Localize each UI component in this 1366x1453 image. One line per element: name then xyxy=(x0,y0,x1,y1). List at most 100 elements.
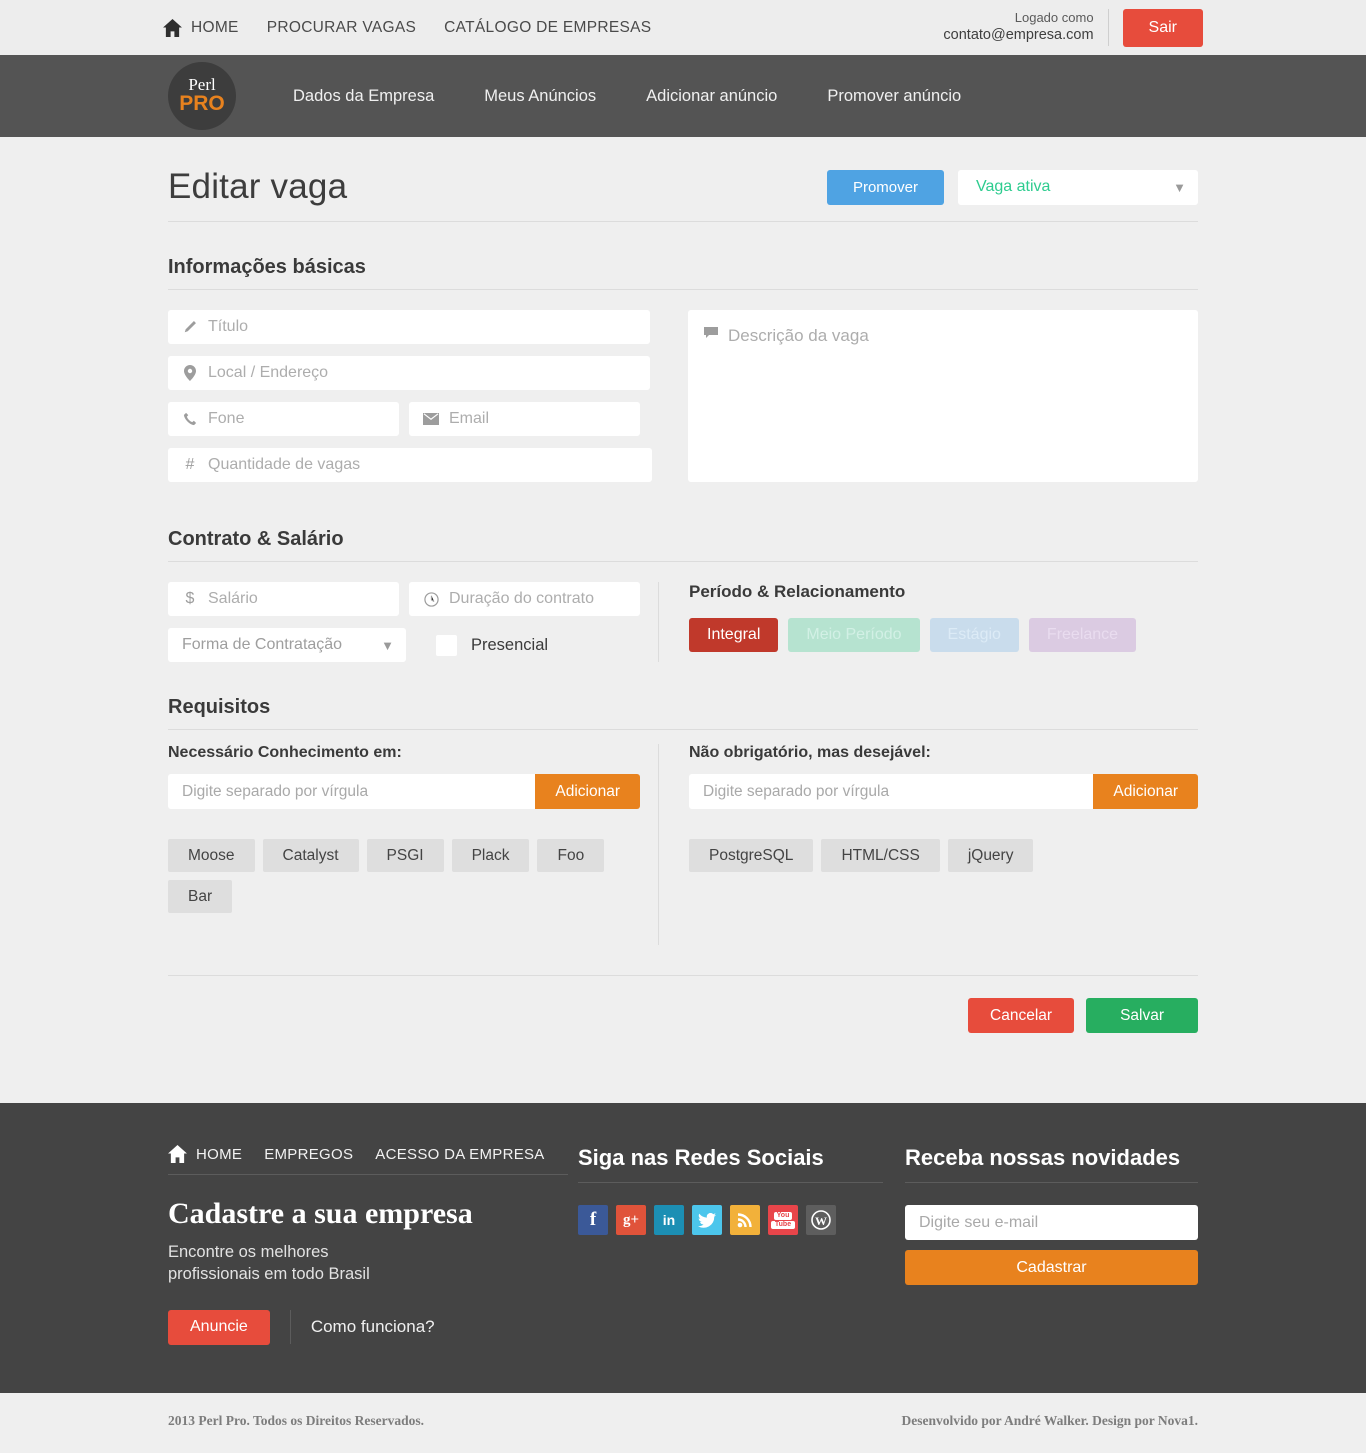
comment-icon xyxy=(704,326,718,344)
footer-nav-empregos[interactable]: EMPREGOS xyxy=(264,1146,353,1163)
status-select-value: Vaga ativa xyxy=(976,178,1051,195)
site-footer: HOME EMPREGOS ACESSO DA EMPRESA Cadastre… xyxy=(0,1103,1366,1393)
copyright-bar: 2013 Perl Pro. Todos os Direitos Reserva… xyxy=(0,1392,1366,1453)
footer-cta-title: Cadastre a sua empresa xyxy=(168,1197,473,1230)
footer-social-column: Siga nas Redes Sociais f g+ in You Tube … xyxy=(568,1145,883,1345)
title-field[interactable]: Título xyxy=(168,310,650,344)
title-field-placeholder: Título xyxy=(208,318,249,335)
promote-button[interactable]: Promover xyxy=(826,169,944,205)
skill-tag[interactable]: Moose xyxy=(168,839,255,872)
quantity-field-placeholder: Quantidade de vagas xyxy=(208,456,361,473)
section-requisitos: Requisitos Necessário Conhecimento em: D… xyxy=(168,662,1198,1033)
skill-tag[interactable]: jQuery xyxy=(947,839,1034,872)
company-nav-dados-da-empresa[interactable]: Dados da Empresa xyxy=(268,87,459,106)
home-icon xyxy=(163,18,182,37)
company-nav-adicionar-anuncio[interactable]: Adicionar anúncio xyxy=(621,87,802,106)
svg-text:W: W xyxy=(815,1214,827,1228)
skill-tag[interactable]: Plack xyxy=(451,839,530,872)
logout-button[interactable]: Sair xyxy=(1122,8,1203,47)
newsletter-email-input[interactable]: Digite seu e-mail xyxy=(905,1205,1198,1240)
content-bottom-spacer xyxy=(0,1033,1366,1103)
form-actions: Cancelar Salvar xyxy=(168,975,1198,1033)
period-tag-integral[interactable]: Integral xyxy=(689,618,779,652)
how-it-works-link[interactable]: Como funciona? xyxy=(311,1317,435,1337)
location-field[interactable]: Local / Endereço xyxy=(168,356,650,390)
skill-tag[interactable]: PostgreSQL xyxy=(689,839,814,872)
footer-nav-home[interactable]: HOME xyxy=(168,1145,242,1163)
basic-right-column: Descrição da vaga xyxy=(658,310,1198,494)
required-skill-input[interactable]: Digite separado por vírgula xyxy=(168,774,536,809)
rss-icon[interactable] xyxy=(730,1205,760,1235)
skill-tag[interactable]: Bar xyxy=(168,880,233,913)
salary-field-placeholder: Salário xyxy=(208,590,258,607)
announce-button[interactable]: Anuncie xyxy=(168,1309,270,1345)
period-title: Período & Relacionamento xyxy=(689,582,906,601)
envelope-icon xyxy=(423,413,439,425)
nav-item-home[interactable]: HOME xyxy=(163,18,239,37)
logo-perlpro[interactable]: Perl PRO xyxy=(168,62,236,130)
skill-tag[interactable]: Foo xyxy=(537,839,605,872)
required-skill-input-placeholder: Digite separado por vírgula xyxy=(182,782,369,800)
hiring-type-value: Forma de Contratação xyxy=(182,636,343,653)
primary-nav: HOME PROCURAR VAGAS CATÁLOGO DE EMPRESAS xyxy=(163,18,943,37)
nav-item-procurar-vagas[interactable]: PROCURAR VAGAS xyxy=(267,19,416,37)
basic-left-column: Título Local / Endereço Fone Email # Qua… xyxy=(168,310,658,494)
salary-field[interactable]: $ Salário xyxy=(168,582,399,616)
company-nav-promover-anuncio[interactable]: Promover anúncio xyxy=(802,87,986,106)
required-add-button[interactable]: Adicionar xyxy=(535,774,640,809)
main-content: Editar vaga Promover Vaga ativa ▼ Inform… xyxy=(168,137,1198,1033)
newsletter-submit-button[interactable]: Cadastrar xyxy=(905,1250,1198,1285)
status-select[interactable]: Vaga ativa ▼ xyxy=(958,169,1198,205)
requirements-optional-column: Não obrigatório, mas desejável: Digite s… xyxy=(658,744,1198,945)
nav-item-home-label: HOME xyxy=(191,18,239,36)
copyright-text: 2013 Perl Pro. Todos os Direitos Reserva… xyxy=(168,1412,424,1428)
optional-skill-input-placeholder: Digite separado por vírgula xyxy=(703,782,890,800)
email-field[interactable]: Email xyxy=(409,402,640,436)
salary-duration-row: $ Salário Duração do contrato xyxy=(168,582,640,628)
company-nav-meus-anuncios[interactable]: Meus Anúncios xyxy=(459,87,621,106)
dollar-icon: $ xyxy=(185,590,195,607)
account-area: Logado como contato@empresa.com Sair xyxy=(943,8,1203,47)
skill-tag[interactable]: HTML/CSS xyxy=(821,839,940,872)
optional-add-row: Digite separado por vírgula Adicionar xyxy=(689,774,1198,809)
hash-icon: # xyxy=(185,456,195,473)
section-title-basic: Informações básicas xyxy=(168,256,1198,290)
google-plus-icon[interactable]: g+ xyxy=(616,1205,646,1235)
cancel-button[interactable]: Cancelar xyxy=(968,998,1075,1033)
quantity-field[interactable]: # Quantidade de vagas xyxy=(168,448,652,482)
required-knowledge-label: Necessário Conhecimento em: xyxy=(168,744,402,761)
phone-field[interactable]: Fone xyxy=(168,402,399,436)
duration-field[interactable]: Duração do contrato xyxy=(409,582,640,616)
newsletter-email-placeholder: Digite seu e-mail xyxy=(919,1213,1039,1231)
wordpress-icon[interactable]: W xyxy=(806,1205,836,1235)
footer-cta-actions: Anuncie Como funciona? xyxy=(168,1309,568,1345)
section-informacoes-basicas: Informações básicas Título Local / Ender… xyxy=(168,222,1198,494)
save-button[interactable]: Salvar xyxy=(1086,998,1198,1033)
skill-tag[interactable]: Catalyst xyxy=(262,839,359,872)
footer-nav-acesso-empresa[interactable]: ACESSO DA EMPRESA xyxy=(375,1146,544,1163)
skill-tag[interactable]: PSGI xyxy=(366,839,444,872)
optional-skill-input[interactable]: Digite separado por vírgula xyxy=(689,774,1094,809)
credits-text: Desenvolvido por André Walker. Design po… xyxy=(901,1412,1198,1428)
hiring-type-select[interactable]: Forma de Contratação ▼ xyxy=(168,628,406,662)
twitter-icon[interactable] xyxy=(692,1205,722,1235)
period-tag-estagio[interactable]: Estágio xyxy=(929,618,1019,652)
required-skill-tags: Moose Catalyst PSGI Plack Foo Bar xyxy=(168,839,640,913)
facebook-icon[interactable]: f xyxy=(578,1205,608,1235)
optional-add-button[interactable]: Adicionar xyxy=(1093,774,1198,809)
description-textarea[interactable]: Descrição da vaga xyxy=(688,310,1198,482)
logged-info: Logado como contato@empresa.com xyxy=(943,8,1109,47)
onsite-checkbox[interactable] xyxy=(436,634,457,656)
contact-fields-row: Fone Email xyxy=(168,402,640,448)
top-bar: HOME PROCURAR VAGAS CATÁLOGO DE EMPRESAS… xyxy=(0,0,1366,55)
period-tag-freelance[interactable]: Freelance xyxy=(1028,618,1137,652)
youtube-icon[interactable]: You Tube xyxy=(768,1205,798,1235)
section-title-contract: Contrato & Salário xyxy=(168,528,1198,562)
phone-field-placeholder: Fone xyxy=(208,410,245,427)
chevron-down-icon: ▼ xyxy=(1173,179,1186,195)
nav-item-catalogo-empresas[interactable]: CATÁLOGO DE EMPRESAS xyxy=(444,19,651,37)
linkedin-icon[interactable]: in xyxy=(654,1205,684,1235)
required-add-row: Digite separado por vírgula Adicionar xyxy=(168,774,640,809)
optional-knowledge-label: Não obrigatório, mas desejável: xyxy=(689,744,931,761)
period-tag-meio-periodo[interactable]: Meio Período xyxy=(788,618,920,652)
